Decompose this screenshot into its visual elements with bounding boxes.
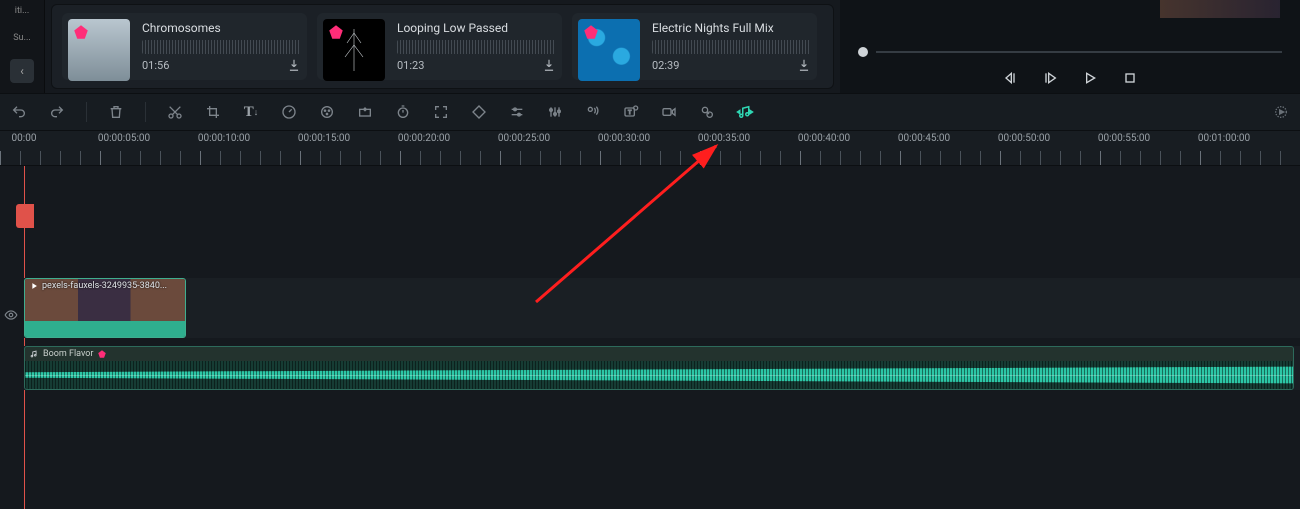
subtitle-auto-icon[interactable]: T (622, 103, 640, 121)
rail-category: Su... (13, 33, 30, 43)
ruler-time-label: 00:00:55:00 (1098, 133, 1150, 144)
redo-icon[interactable] (48, 103, 66, 121)
ruler-time-label: 00:00:15:00 (298, 133, 350, 144)
speed-icon[interactable] (280, 103, 298, 121)
premium-gem-icon (72, 23, 90, 41)
media-item[interactable]: Looping Low Passed 01:23 (317, 13, 562, 80)
playback-controls (1001, 69, 1139, 87)
media-title: Electric Nights Full Mix (652, 21, 811, 35)
download-icon[interactable] (542, 58, 556, 72)
ruler-time-label: 00:00:50:00 (998, 133, 1050, 144)
ruler-time-label: 00:00:45:00 (898, 133, 950, 144)
scrub-handle-icon[interactable] (858, 47, 868, 57)
premium-gem-icon (97, 349, 107, 359)
tag-icon[interactable] (470, 103, 488, 121)
timeline-ruler[interactable]: 00:00 00:00:05:00 00:00:10:00 00:00:15:00 00… (0, 131, 1300, 166)
media-thumbnail (68, 19, 130, 81)
media-title: Looping Low Passed (397, 21, 556, 35)
crop-icon[interactable] (204, 103, 222, 121)
preview-panel (840, 0, 1300, 93)
smart-edit-icon[interactable] (698, 103, 716, 121)
waveform-preview-icon (142, 40, 301, 54)
prev-frame-button[interactable] (1001, 69, 1019, 87)
play-button[interactable] (1081, 69, 1099, 87)
media-item[interactable]: Electric Nights Full Mix 02:39 (572, 13, 817, 80)
record-icon[interactable] (660, 103, 678, 121)
ruler-time-label: 00:00:40:00 (798, 133, 850, 144)
video-clip[interactable]: pexels-fauxels-3249935-3840... (24, 278, 186, 338)
timer-icon[interactable] (394, 103, 412, 121)
adjust-icon[interactable] (508, 103, 526, 121)
waveform-preview-icon (652, 40, 811, 54)
ruler-time-label: 00:00:30:00 (598, 133, 650, 144)
stop-button[interactable] (1121, 69, 1139, 87)
ruler-time-label: 00:00:05:00 (98, 133, 150, 144)
media-duration: 01:56 (142, 59, 169, 72)
play-in-button[interactable] (1041, 69, 1059, 87)
voice-icon[interactable] (584, 103, 602, 121)
cut-icon[interactable] (166, 103, 184, 121)
preview-scrubber[interactable] (858, 47, 1281, 57)
premium-gem-icon (582, 23, 600, 41)
track-visibility-icon[interactable] (4, 308, 18, 322)
keyframe-icon[interactable] (356, 103, 374, 121)
media-library: Chromosomes 01:56 Looping Low Passed 01:… (51, 4, 834, 89)
ruler-time-label: 00:00:20:00 (398, 133, 450, 144)
svg-text:T: T (628, 110, 632, 116)
audio-clip-header: Boom Flavor (25, 347, 1293, 361)
fit-icon[interactable] (432, 103, 450, 121)
playhead-handle-icon[interactable] (16, 204, 34, 228)
audio-clip[interactable]: Boom Flavor (24, 346, 1294, 390)
left-rail: iti... Su... ‹ (0, 0, 45, 93)
audio-track[interactable]: Boom Flavor (24, 346, 1300, 390)
media-thumbnail (578, 19, 640, 81)
color-icon[interactable] (318, 103, 336, 121)
rail-category-top: iti... (15, 6, 29, 16)
video-track[interactable]: pexels-fauxels-3249935-3840... (24, 278, 1300, 338)
back-button[interactable]: ‹ (10, 59, 34, 83)
ruler-time-label: 00:00 (12, 133, 37, 144)
undo-icon[interactable] (10, 103, 28, 121)
text-icon[interactable]: T↓ (242, 103, 260, 121)
audio-waveform (25, 361, 1293, 389)
media-thumbnail (323, 19, 385, 81)
ruler-time-label: 00:01:00:00 (1198, 133, 1250, 144)
media-title: Chromosomes (142, 21, 301, 35)
ruler-time-label: 00:00:25:00 (498, 133, 550, 144)
waveform-preview-icon (397, 40, 556, 54)
media-item[interactable]: Chromosomes 01:56 (62, 13, 307, 80)
delete-icon[interactable] (107, 103, 125, 121)
download-icon[interactable] (287, 58, 301, 72)
timeline-settings-icon[interactable] (1272, 103, 1290, 121)
audio-clip-label: Boom Flavor (43, 349, 93, 359)
download-icon[interactable] (797, 58, 811, 72)
audio-mix-icon[interactable] (546, 103, 564, 121)
media-duration: 02:39 (652, 59, 679, 72)
video-clip-label: pexels-fauxels-3249935-3840... (29, 281, 167, 291)
media-duration: 01:23 (397, 59, 424, 72)
timeline-tracks[interactable]: pexels-fauxels-3249935-3840... Boom Flav… (0, 166, 1300, 509)
preview-frame (1160, 0, 1280, 18)
ruler-time-label: 00:00:35:00 (698, 133, 750, 144)
timeline-toolbar: T↓ T (0, 93, 1300, 131)
beat-detect-icon[interactable] (736, 103, 754, 121)
ruler-time-label: 00:00:10:00 (198, 133, 250, 144)
